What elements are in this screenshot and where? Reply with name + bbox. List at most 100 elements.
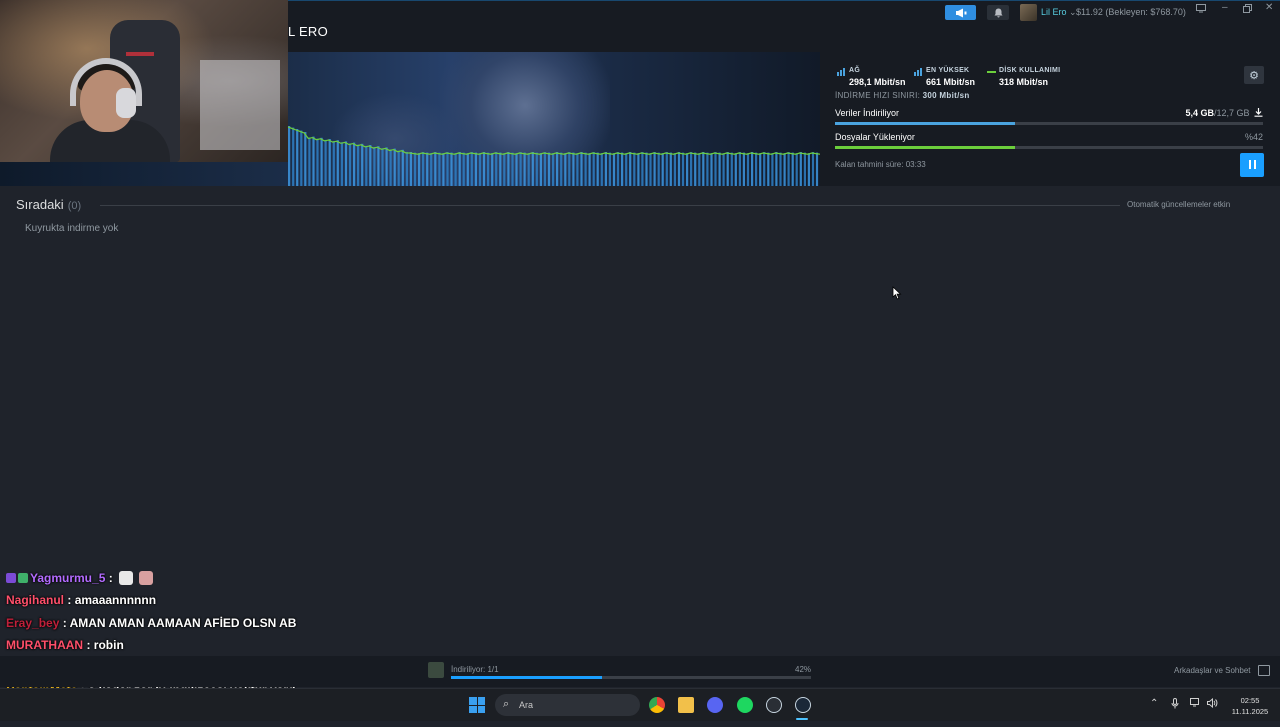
speed-graph-bar: [535, 152, 538, 186]
chat-text: amaaannnnnn: [74, 593, 157, 608]
speed-graph-bar: [519, 152, 522, 186]
bars-icon: [837, 68, 845, 76]
bars-icon: [914, 68, 922, 76]
speed-graph-bar: [373, 147, 376, 186]
auto-updates-status[interactable]: Otomatik güncellemeler etkin: [1127, 200, 1230, 209]
pause-button[interactable]: [1240, 153, 1264, 177]
speed-graph-bar: [641, 152, 644, 186]
network-icon[interactable]: [1190, 698, 1201, 711]
speed-graph-bar: [730, 152, 733, 186]
speed-graph-bar: [807, 153, 810, 186]
bell-icon: [994, 8, 1002, 17]
download-stats-panel: AĞ 298,1 Mbit/sn EN YÜKSEK 661 Mbit/sn D…: [820, 52, 1280, 186]
speed-graph-bar: [759, 153, 762, 186]
download-settings-button[interactable]: ⚙: [1244, 66, 1264, 84]
speed-graph-bar: [418, 153, 421, 186]
speed-graph-bar: [568, 152, 571, 186]
peak-stat: EN YÜKSEK 661 Mbit/sn: [914, 67, 975, 87]
speed-graph-bar: [312, 136, 315, 186]
speed-graph-bar: [742, 152, 745, 186]
page-title: L ERO: [288, 24, 329, 39]
steam-icon[interactable]: [795, 697, 811, 713]
game-thumbnail[interactable]: [428, 662, 444, 678]
speed-graph-bar: [296, 129, 299, 186]
speed-graph-bar: [470, 152, 473, 186]
minimize-button[interactable]: –: [1222, 2, 1228, 13]
friends-chat-button[interactable]: Arkadaşlar ve Sohbet: [1174, 666, 1251, 675]
speed-graph-bar: [385, 147, 388, 186]
downloads-status[interactable]: İndiriliyor: 1/1: [451, 665, 499, 674]
microphone-icon[interactable]: [1171, 698, 1179, 712]
speed-graph-bar: [771, 153, 774, 186]
speed-graph-bar: [791, 152, 794, 186]
speed-graph-bar: [316, 138, 319, 186]
webcam-overlay: [0, 0, 288, 162]
spotify-icon[interactable]: [737, 697, 753, 713]
line-legend-icon: [987, 71, 996, 73]
speed-graph-bar: [397, 150, 400, 186]
steam-notify-icon[interactable]: [766, 697, 782, 713]
megaphone-icon: [955, 8, 966, 17]
speed-graph-bar: [389, 149, 392, 186]
status-bar: İndiriliyor: 1/1 42% Arkadaşlar ve Sohbe…: [0, 656, 1280, 687]
speed-graph-bar: [288, 126, 291, 186]
download-size: 5,4 GB/12,7 GB: [1185, 108, 1263, 118]
speed-graph-bar: [543, 152, 546, 186]
speed-graph-bar: [686, 153, 689, 186]
speed-graph-bar: [324, 139, 327, 186]
maximize-button[interactable]: [1243, 4, 1252, 16]
speed-graph-bar: [722, 153, 725, 186]
announcements-button[interactable]: [945, 5, 976, 20]
speed-graph-bar: [365, 145, 368, 186]
speed-graph-bar: [783, 153, 786, 186]
chat-emote-icon: [139, 571, 154, 585]
notifications-button[interactable]: [987, 5, 1009, 20]
speed-graph-bar: [690, 152, 693, 186]
big-picture-button[interactable]: [1196, 4, 1206, 16]
speed-graph-bar: [738, 152, 741, 186]
speed-graph-bar: [442, 153, 445, 186]
speed-graph-bar: [344, 141, 348, 186]
speed-graph-bar: [487, 152, 490, 186]
speed-graph-bar: [377, 146, 380, 186]
speed-graph-bar: [413, 152, 417, 186]
speed-graph-bar: [787, 152, 790, 186]
speed-graph-bar: [369, 145, 372, 186]
chevron-up-icon[interactable]: ⌃: [1150, 698, 1158, 709]
time-remaining: Kalan tahmini süre: 03:33: [835, 160, 926, 169]
speed-graph-bar: [653, 152, 656, 186]
speed-graph-bar: [336, 140, 339, 186]
windows-start-icon[interactable]: [469, 697, 485, 713]
volume-icon[interactable]: [1207, 697, 1218, 711]
chrome-icon[interactable]: [649, 697, 665, 713]
speed-graph-bar: [616, 152, 620, 186]
speed-graph-bar: [507, 152, 510, 186]
speed-graph-bar: [450, 152, 453, 186]
speed-graph-bar: [710, 153, 713, 186]
disk-usage-line: [288, 126, 820, 155]
speed-graph-bar: [625, 153, 628, 186]
system-clock[interactable]: 02:55 11.11.2025: [1226, 695, 1274, 717]
pause-icon: [1247, 156, 1257, 174]
speed-graph-bar: [633, 152, 636, 186]
speed-graph-bar: [803, 152, 806, 186]
chat-username: Nagihanul: [6, 593, 65, 608]
speed-graph-bar: [649, 153, 652, 186]
chat-window-icon[interactable]: [1258, 665, 1270, 676]
download-progress-row: Veriler İndiriliyor 5,4 GB/12,7 GB: [835, 108, 1263, 125]
taskbar-search[interactable]: ⌕ Ara: [495, 694, 640, 716]
speed-graph-bar: [482, 152, 486, 186]
speed-graph-bar: [426, 152, 429, 186]
queue-divider: [100, 205, 1120, 206]
chat-badge-icon: [6, 573, 16, 583]
account-name[interactable]: Lil Ero ⌄: [1041, 7, 1077, 18]
speed-graph-bar: [694, 152, 697, 186]
file-explorer-icon[interactable]: [678, 697, 694, 713]
close-button[interactable]: ✕: [1265, 2, 1273, 13]
speed-graph-bar: [592, 152, 595, 186]
speed-graph-bar: [531, 152, 534, 186]
speed-graph-bar: [434, 152, 437, 186]
discord-icon[interactable]: [707, 697, 723, 713]
avatar[interactable]: [1020, 4, 1037, 21]
chat-username: Yagmurmu_5: [30, 571, 106, 585]
